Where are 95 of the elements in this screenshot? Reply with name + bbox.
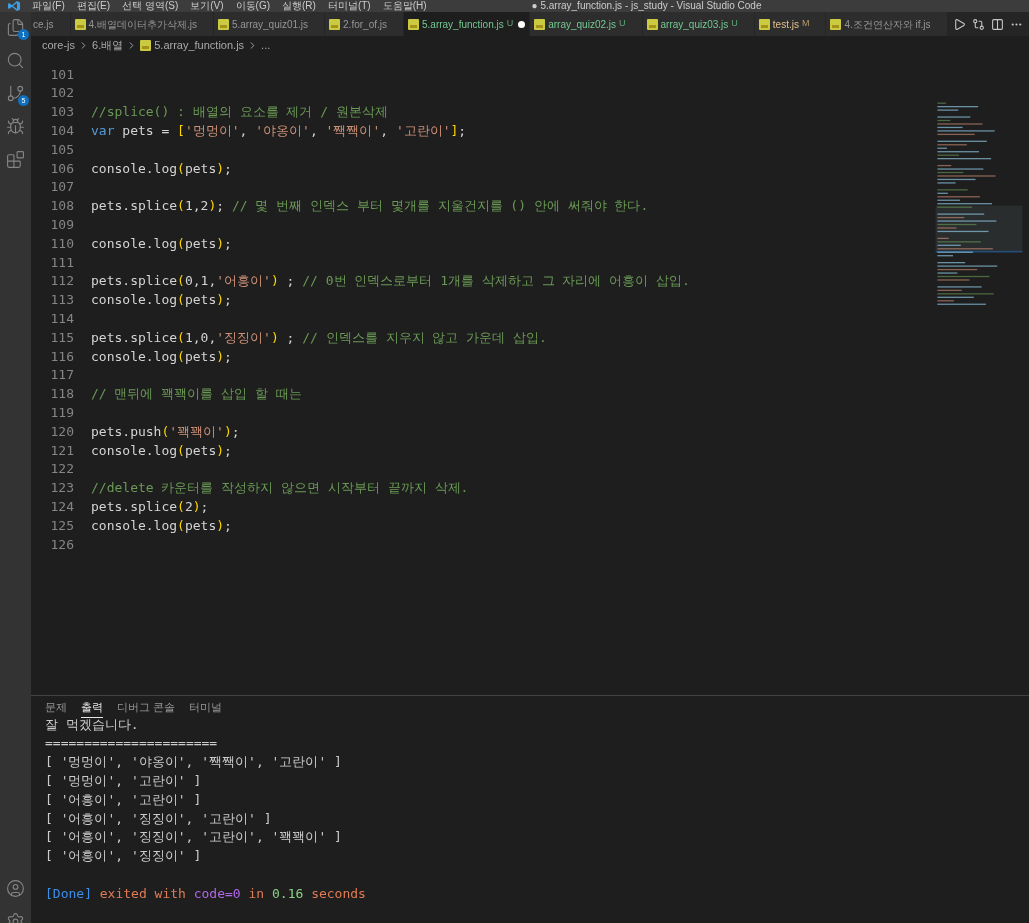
output-line: [ '멍멍이', '고란이' ] bbox=[45, 772, 202, 791]
code-line: console.log(pets); bbox=[91, 347, 232, 366]
account-icon[interactable] bbox=[6, 879, 25, 898]
breadcrumb-item[interactable]: 6.배열 bbox=[92, 36, 124, 54]
code-line: //splice() : 배열의 요소를 제거 / 원본삭제 bbox=[91, 103, 388, 122]
line-number: 101 bbox=[49, 65, 74, 84]
line-number: 115 bbox=[49, 328, 74, 347]
menu-item[interactable]: 선택 영역(S) bbox=[122, 0, 179, 12]
code-line: console.log(pets); bbox=[91, 441, 232, 460]
line-number: 113 bbox=[49, 291, 74, 310]
line-number: 106 bbox=[49, 159, 74, 178]
js-file-icon bbox=[217, 18, 229, 30]
search-icon[interactable] bbox=[6, 51, 25, 70]
editor-tab[interactable]: ce.js bbox=[31, 12, 71, 36]
compare-icon[interactable] bbox=[972, 17, 985, 31]
js-file-icon bbox=[329, 18, 341, 30]
line-number: 111 bbox=[49, 253, 74, 272]
js-file-icon bbox=[74, 18, 86, 30]
line-number: 125 bbox=[49, 516, 74, 535]
output-line: [ '멍멍이', '야옹이', '짹짹이', '고란이' ] bbox=[45, 753, 342, 772]
bug-icon[interactable] bbox=[6, 117, 25, 136]
output-line: 잘 먹겠습니다. bbox=[45, 715, 139, 734]
panel-tab[interactable]: 출력 bbox=[81, 697, 103, 718]
line-number: 122 bbox=[49, 460, 74, 479]
js-file-icon bbox=[140, 39, 152, 51]
output-line: [Done] exited with code=0 in 0.16 seconds bbox=[45, 884, 366, 903]
line-number: 126 bbox=[49, 535, 74, 554]
js-file-icon bbox=[758, 18, 770, 30]
blocks-icon[interactable] bbox=[6, 150, 25, 169]
menu-item[interactable]: 터미널(T) bbox=[327, 0, 371, 12]
js-file-icon bbox=[408, 18, 419, 30]
line-number: 119 bbox=[49, 404, 74, 422]
line-number: 103 bbox=[49, 103, 74, 122]
menu-item[interactable]: 보기(V) bbox=[190, 0, 224, 12]
panel-tab[interactable]: 디버그 콘솔 bbox=[117, 698, 176, 717]
menu-item[interactable]: 실행(R) bbox=[282, 0, 316, 12]
breadcrumb-item[interactable]: 5.array_function.js bbox=[154, 36, 245, 54]
breadcrumb-item[interactable]: ... bbox=[261, 36, 271, 54]
code-line: pets.splice(2); bbox=[91, 498, 209, 516]
line-number: 116 bbox=[49, 347, 74, 366]
line-number: 120 bbox=[49, 422, 74, 441]
output-line: [ '어흥이', '징징이' ] bbox=[45, 847, 202, 866]
menu-item[interactable]: 파일(F) bbox=[32, 0, 65, 12]
line-number: 107 bbox=[49, 178, 74, 197]
menu-item[interactable]: 이동(G) bbox=[235, 0, 271, 12]
js-file-icon bbox=[830, 18, 842, 30]
app-logo-icon bbox=[8, 1, 20, 11]
js-file-icon bbox=[534, 18, 546, 30]
editor-tab[interactable]: test.js M bbox=[754, 12, 827, 36]
menu-item[interactable]: 도움말(H) bbox=[382, 0, 427, 12]
line-number: 109 bbox=[49, 216, 74, 235]
line-number: 124 bbox=[49, 498, 74, 516]
code-line: pets.splice(0,1,'어흥이') ; // 0번 인덱스로부터 1개를 삭제하고 그 자리에 어흥이 삽입. bbox=[91, 272, 690, 291]
code-line: console.log(pets); bbox=[91, 159, 232, 178]
line-number: 104 bbox=[49, 122, 74, 141]
files-icon[interactable] bbox=[6, 18, 25, 37]
editor-tab[interactable]: 4.조건연산자와 if.js bbox=[826, 12, 947, 36]
editor-tab[interactable]: 5.array_function.js U bbox=[404, 12, 531, 36]
code-line: pets.splice(1,2); // 몇 번째 인덱스 부터 몇개를 지울건지를 () 안에 써줘야 한다. bbox=[91, 197, 649, 216]
editor-tab[interactable]: array_quiz02.js U bbox=[530, 12, 643, 36]
editor-tab[interactable]: array_quiz03.js U bbox=[642, 12, 755, 36]
code-line: //delete 카운터를 작성하지 않으면 시작부터 끝까지 삭제. bbox=[91, 479, 469, 498]
code-line: console.log(pets); bbox=[91, 234, 232, 253]
line-number: 108 bbox=[49, 197, 74, 216]
line-number: 117 bbox=[49, 366, 74, 385]
line-number: 110 bbox=[49, 234, 74, 253]
editor-tab[interactable]: 2.for_of.js bbox=[325, 12, 404, 36]
output-line: [ '어흥이', '고란이' ] bbox=[45, 790, 202, 809]
split-editor-icon[interactable] bbox=[991, 17, 1004, 31]
branch-icon[interactable] bbox=[6, 84, 25, 103]
line-number: 114 bbox=[49, 310, 74, 328]
run-icon[interactable] bbox=[953, 17, 966, 31]
code-line: pets.push('꽥꽥이'); bbox=[91, 422, 240, 441]
breadcrumb-item[interactable]: core-js bbox=[42, 36, 75, 54]
js-file-icon bbox=[646, 18, 658, 30]
line-number: 102 bbox=[49, 84, 74, 103]
line-number: 121 bbox=[49, 441, 74, 460]
menu-item[interactable]: 편집(E) bbox=[76, 0, 111, 12]
code-line: // 맨뒤에 꽥꽥이를 삽입 할 때는 bbox=[91, 385, 302, 404]
panel-tab[interactable]: 터미널 bbox=[189, 698, 223, 717]
output-line: [ '어흥이', '징징이', '고란이' ] bbox=[45, 809, 272, 828]
line-number: 123 bbox=[49, 479, 74, 498]
window-title: ● 5.array_function.js - js_study - Visual Studio Code bbox=[531, 0, 762, 12]
line-number: 105 bbox=[49, 140, 74, 159]
editor-tab[interactable]: 4.배열데이터추가삭제.js bbox=[70, 12, 214, 36]
code-line: var pets = ['멍멍이', '야옹이', '짹짹이', '고란이']; bbox=[91, 122, 467, 141]
line-number: 112 bbox=[49, 272, 74, 291]
output-line: ====================== bbox=[45, 734, 218, 753]
panel-tab[interactable]: 문제 bbox=[45, 698, 67, 717]
code-line: pets.splice(1,0,'징징이') ; // 인덱스를 지우지 않고 가운데 삽입. bbox=[91, 328, 547, 347]
output-line: [ '어흥이', '징징이', '고란이', '꽥꽥이' ] bbox=[45, 828, 342, 847]
code-line: console.log(pets); bbox=[91, 291, 232, 310]
code-line: console.log(pets); bbox=[91, 516, 232, 535]
editor-tab[interactable]: 5.array_quiz01.js bbox=[213, 12, 326, 36]
line-number: 118 bbox=[49, 385, 74, 404]
